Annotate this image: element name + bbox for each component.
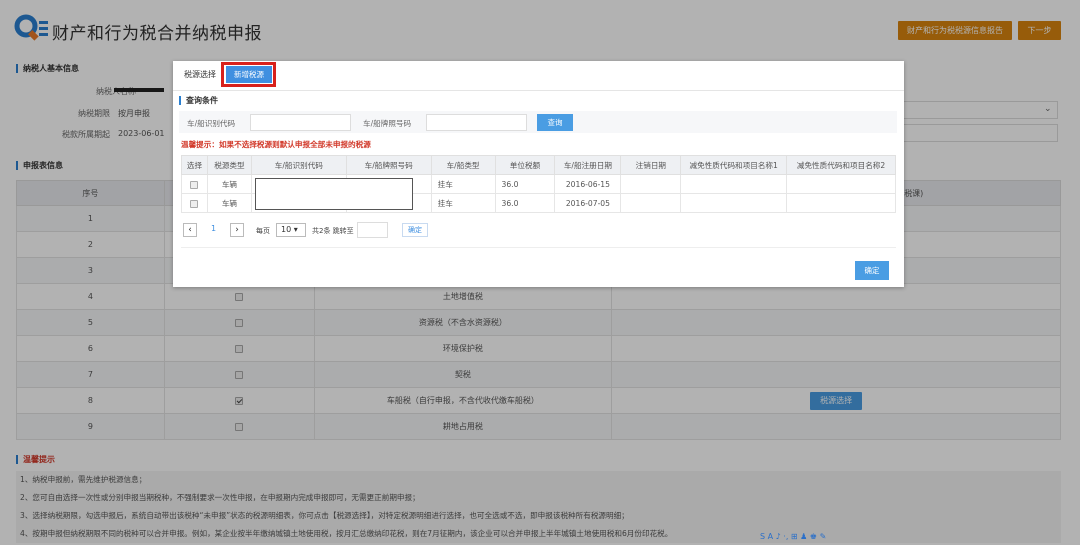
query-section-title: 查询条件 [179, 96, 218, 105]
redaction-box [255, 178, 413, 210]
unit-tax: 36.0 [494, 193, 556, 213]
prev-page-icon[interactable]: ‹ [183, 223, 197, 237]
column-header: 车/船牌照号码 [345, 155, 432, 175]
unit-tax: 36.0 [494, 174, 556, 194]
row-checkbox[interactable] [190, 199, 199, 208]
vehicle-id-label: 车/船识别代码 [187, 119, 236, 128]
source-type: 车辆 [206, 193, 252, 213]
confirm-button[interactable]: 确定 [855, 261, 889, 280]
column-header: 减免性质代码和项目名称2 [786, 155, 896, 175]
jump-page-input[interactable] [357, 222, 388, 238]
per-page-label: 每页 [256, 227, 270, 235]
plate-number-input[interactable] [426, 114, 527, 131]
vehicle-id-input[interactable] [250, 114, 351, 131]
source-type: 车辆 [206, 174, 252, 194]
vehicle-type: 挂车 [430, 193, 496, 213]
highlight-box [221, 62, 276, 87]
divider [173, 90, 904, 91]
tax-source-modal: 税源选择 新增税源 查询条件 车/船识别代码 车/船牌照号码 查询 温馨提示：如… [173, 61, 904, 287]
plate-number-label: 车/船牌照号码 [363, 119, 412, 128]
column-header: 车/船识别代码 [250, 155, 347, 175]
warning-text: 温馨提示：如果不选择税源则默认申报全部未申报的税源 [181, 140, 371, 149]
per-page-select[interactable]: 10 ▾ [276, 223, 306, 237]
column-header: 注销日期 [620, 155, 682, 175]
divider [181, 247, 896, 248]
page-number[interactable]: 1 [211, 224, 216, 233]
next-page-icon[interactable]: › [230, 223, 244, 237]
ime-toolbar[interactable]: S A ♪ ·, ⊞ ♟ ♚ ✎ [760, 532, 860, 545]
total-label: 共2条 跳转至 [312, 227, 354, 235]
jump-confirm-button[interactable]: 确定 [402, 223, 428, 237]
tab-tax-source-select[interactable]: 税源选择 [184, 69, 216, 80]
column-header: 选择 [181, 155, 208, 175]
query-button[interactable]: 查询 [537, 114, 573, 131]
column-header: 车/船注册日期 [554, 155, 622, 175]
column-header: 税源类型 [206, 155, 252, 175]
vehicle-type: 挂车 [430, 174, 496, 194]
column-header: 车/船类型 [430, 155, 496, 175]
row-checkbox[interactable] [190, 180, 199, 189]
register-date: 2016-06-15 [554, 174, 622, 194]
per-page-value: 10 [281, 225, 292, 234]
column-header: 单位税额 [494, 155, 556, 175]
column-header: 减免性质代码和项目名称1 [680, 155, 788, 175]
register-date: 2016-07-05 [554, 193, 622, 213]
